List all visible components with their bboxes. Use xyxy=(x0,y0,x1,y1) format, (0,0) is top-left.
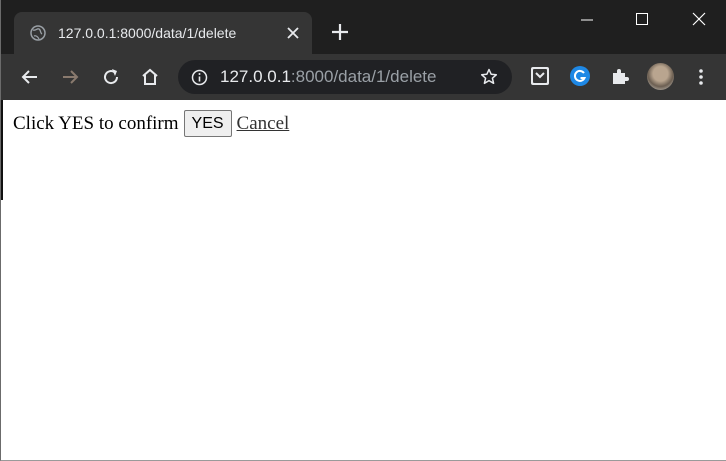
pocket-icon[interactable] xyxy=(529,65,551,87)
close-icon[interactable] xyxy=(284,24,302,42)
maximize-icon[interactable] xyxy=(622,6,662,34)
reload-icon[interactable] xyxy=(99,65,123,89)
minimize-icon[interactable] xyxy=(567,6,607,34)
info-icon[interactable] xyxy=(191,69,208,86)
toolbar: 127.0.0.1:8000/data/1/delete xyxy=(1,54,726,100)
globe-icon xyxy=(30,25,46,41)
puzzle-icon[interactable] xyxy=(609,65,631,87)
address-bar[interactable]: 127.0.0.1:8000/data/1/delete xyxy=(178,60,512,94)
star-icon[interactable] xyxy=(480,68,498,86)
window-edge xyxy=(1,100,3,200)
forward-arrow-icon[interactable] xyxy=(58,65,82,89)
browser-window: 127.0.0.1:8000/data/1/delete 127.0.0.1:8… xyxy=(0,0,726,461)
url-host: 127.0.0.1 xyxy=(220,67,291,86)
yes-button[interactable]: YES xyxy=(183,110,232,137)
confirm-form: Click YES to confirm YES Cancel xyxy=(13,110,289,137)
tab-strip: 127.0.0.1:8000/data/1/delete xyxy=(1,0,726,54)
back-arrow-icon[interactable] xyxy=(18,65,42,89)
plus-icon[interactable] xyxy=(328,20,352,44)
active-tab[interactable]: 127.0.0.1:8000/data/1/delete xyxy=(14,12,312,54)
tab-title: 127.0.0.1:8000/data/1/delete xyxy=(58,25,237,41)
url-text: 127.0.0.1:8000/data/1/delete xyxy=(220,67,436,87)
grammarly-icon[interactable] xyxy=(569,65,591,87)
url-path: :8000/data/1/delete xyxy=(290,67,437,86)
kebab-menu-icon[interactable] xyxy=(689,65,713,89)
home-icon[interactable] xyxy=(138,65,162,89)
cancel-link[interactable]: Cancel xyxy=(237,113,290,135)
avatar[interactable] xyxy=(647,63,674,90)
confirm-prompt: Click YES to confirm xyxy=(13,112,179,134)
window-close-icon[interactable] xyxy=(679,6,719,34)
